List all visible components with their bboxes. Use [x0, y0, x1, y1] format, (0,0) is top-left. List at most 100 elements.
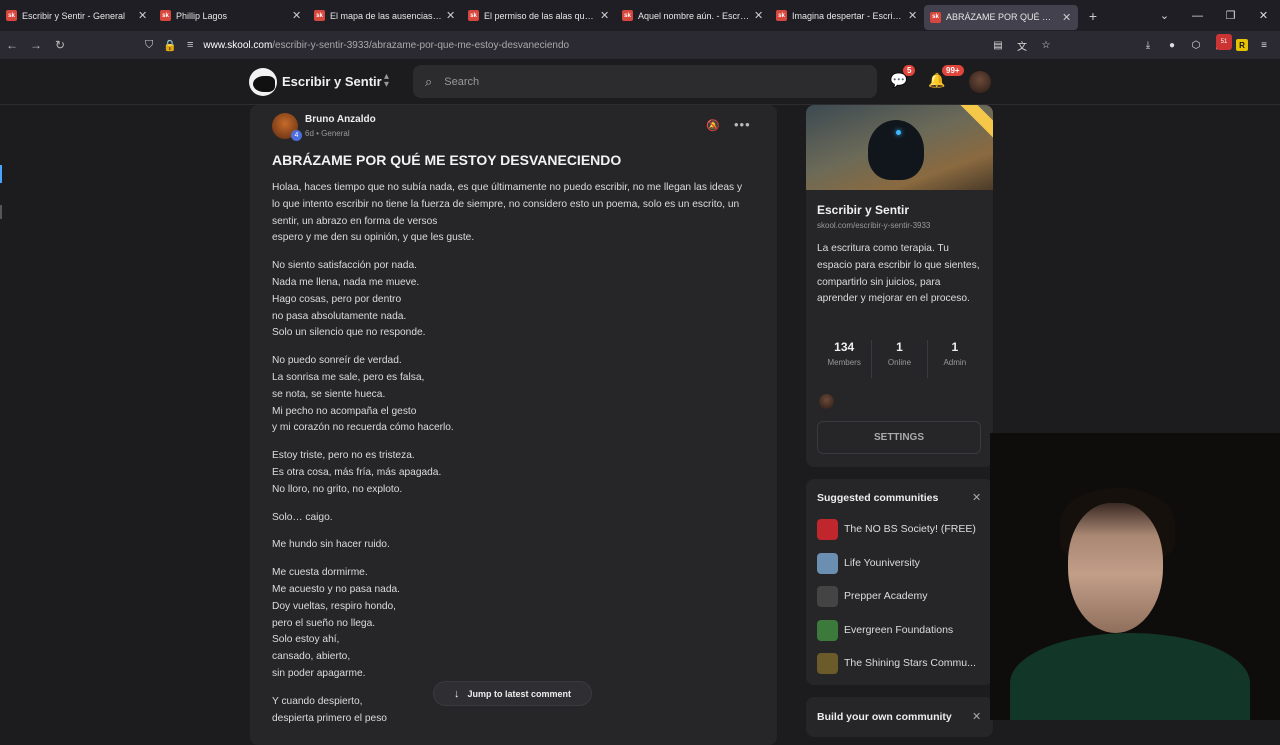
restore-icon[interactable]: ❐	[1214, 9, 1247, 22]
post-paragraph: Solo… caigo.	[272, 511, 333, 523]
author-name[interactable]: Bruno Anzaldo	[305, 114, 376, 125]
browser-toolbar: ← → ↻ ⛉ 🔒 ≡ www.skool.com/escribir-y-sen…	[0, 31, 1280, 59]
post-card: 4 Bruno Anzaldo 6d • General 🔕 ••• ABRÁZ…	[250, 105, 777, 745]
close-window-icon[interactable]: ✕	[1247, 9, 1280, 22]
community-icon	[817, 518, 838, 540]
user-avatar[interactable]	[969, 71, 991, 93]
tab-close-icon[interactable]: ✕	[600, 9, 610, 22]
post-paragraph: Me cuesta dormirme. Me acuesto y no pasa…	[272, 567, 400, 679]
skool-favicon-icon: sk	[6, 10, 17, 21]
browser-tab[interactable]: sk Imagina despertar - Escribir y Se ✕	[770, 0, 924, 31]
browser-tab-active[interactable]: sk ABRÁZAME POR QUÉ ME ESTO ✕	[924, 4, 1078, 30]
tab-label: Escribir y Sentir - General	[22, 10, 126, 21]
address-bar[interactable]: ⛉ 🔒 ≡ www.skool.com/escribir-y-sentir-39…	[145, 34, 1045, 56]
chat-badge: 5	[903, 65, 916, 76]
community-card: Escribir y Sentir skool.com/escribir-y-s…	[806, 105, 993, 467]
back-icon[interactable]: ←	[0, 38, 24, 52]
settings-button[interactable]: SETTINGS	[817, 421, 981, 454]
webcam-overlay	[990, 433, 1280, 720]
extension-r-icon[interactable]: R	[1236, 39, 1248, 51]
skool-favicon-icon: sk	[160, 10, 171, 21]
tab-list-chevron-icon[interactable]: ⌄	[1148, 9, 1181, 22]
community-name[interactable]: Escribir y Sentir	[282, 74, 382, 89]
url-path: /escribir-y-sentir-3933/abrazame-por-que…	[272, 39, 570, 51]
post-paragraph: Me hundo sin hacer ruido.	[272, 539, 390, 551]
community-stats: 134 Members 1 Online 1 Admin	[817, 340, 982, 378]
side-indicator	[0, 165, 2, 183]
person-face	[1068, 503, 1163, 633]
member-avatar[interactable]	[819, 394, 834, 409]
community-card-name: Escribir y Sentir	[817, 203, 910, 217]
search-placeholder: Search	[444, 75, 480, 88]
side-indicator	[0, 205, 2, 219]
skool-favicon-icon: sk	[468, 10, 479, 21]
community-url: skool.com/escribir-y-sentir-3933	[817, 221, 931, 230]
post-meta: 6d • General	[305, 129, 350, 138]
tab-close-icon[interactable]: ✕	[1062, 11, 1072, 24]
person-body	[1010, 633, 1250, 720]
minimize-icon[interactable]: —	[1181, 10, 1214, 22]
site-header: Escribir y Sentir ▴ ▾ ⌕ Search 💬 5 🔔 99+	[0, 59, 1280, 105]
tab-label: El permiso de las alas que amé	[484, 10, 596, 21]
raven-illustration	[868, 120, 924, 180]
community-logo[interactable]	[249, 68, 277, 96]
suggested-title: Suggested communities	[817, 492, 939, 504]
tab-label: Imagina despertar - Escribir y Se	[792, 10, 904, 21]
community-icon	[817, 585, 838, 607]
url-host: www.skool.com	[203, 39, 273, 51]
suggested-community-item[interactable]: Prepper Academy	[817, 585, 927, 607]
browser-tab[interactable]: sk Escribir y Sentir - General ✕	[0, 0, 154, 31]
stat-online[interactable]: 1 Online	[872, 340, 928, 378]
tab-label: Phillip Lagos	[176, 10, 228, 21]
arrow-down-icon: ↓	[453, 687, 460, 700]
community-cover-image	[806, 105, 993, 190]
menu-icon[interactable]: ≡	[1256, 37, 1272, 53]
tab-close-icon[interactable]: ✕	[754, 9, 764, 22]
follow-bell-icon[interactable]: 🔕	[706, 119, 720, 132]
bookmark-star-icon[interactable]: ☆	[1038, 37, 1054, 53]
extensions-icon[interactable]: ⬡	[1188, 37, 1204, 53]
tab-close-icon[interactable]: ✕	[908, 9, 918, 22]
browser-tab[interactable]: sk El permiso de las alas que amé ✕	[462, 0, 616, 31]
community-switcher-icon[interactable]: ▴ ▾	[384, 72, 389, 90]
corner-ribbon	[955, 105, 993, 143]
jump-to-latest-comment-button[interactable]: ↓ Jump to latest comment	[433, 681, 592, 706]
browser-tab[interactable]: sk El mapa de las ausencias I - Escr ✕	[308, 0, 462, 31]
reader-view-icon[interactable]: ▤	[990, 37, 1006, 53]
page-settings-icon[interactable]: ≡	[187, 39, 193, 51]
tab-close-icon[interactable]: ✕	[292, 9, 302, 22]
post-body: Holaa, haces tiempo que no subía nada, e…	[272, 180, 752, 738]
tab-close-icon[interactable]: ✕	[138, 9, 148, 22]
community-icon	[817, 652, 838, 674]
author-level-badge: 4	[291, 130, 302, 141]
stat-admin[interactable]: 1 Admin	[928, 340, 982, 378]
forward-icon[interactable]: →	[24, 38, 48, 52]
browser-tab[interactable]: sk Aquel nombre aún. - Escribir y S ✕	[616, 0, 770, 31]
new-tab-button[interactable]: +	[1078, 8, 1108, 24]
shield-icon[interactable]: ⛉	[145, 39, 153, 52]
post-paragraph: No siento satisfacción por nada. Nada me…	[272, 260, 426, 339]
skool-favicon-icon: sk	[776, 10, 787, 21]
extension-badge-icon[interactable]: ▣51	[1212, 34, 1232, 53]
browser-tab-bar: sk Escribir y Sentir - General ✕ sk Phillip…	[0, 0, 1280, 31]
reload-icon[interactable]: ↻	[48, 38, 72, 52]
tab-label: ABRÁZAME POR QUÉ ME ESTO	[946, 12, 1058, 22]
translate-icon[interactable]: 文	[1014, 37, 1030, 53]
download-icon[interactable]: ⤓	[1140, 37, 1156, 53]
more-options-icon[interactable]: •••	[734, 117, 751, 132]
lock-icon[interactable]: 🔒	[163, 39, 177, 52]
stat-members[interactable]: 134 Members	[817, 340, 873, 378]
suggested-community-item[interactable]: Evergreen Foundations	[817, 619, 953, 641]
skool-favicon-icon: sk	[622, 10, 633, 21]
suggested-community-item[interactable]: The Shining Stars Commu...	[817, 652, 976, 674]
close-icon[interactable]: ✕	[972, 710, 981, 723]
suggested-community-item[interactable]: Life Youniversity	[817, 552, 920, 574]
close-icon[interactable]: ✕	[972, 491, 981, 504]
account-icon[interactable]: ●	[1164, 37, 1180, 53]
tab-close-icon[interactable]: ✕	[446, 9, 456, 22]
browser-tab[interactable]: sk Phillip Lagos ✕	[154, 0, 308, 31]
search-input[interactable]: ⌕ Search	[413, 65, 877, 98]
community-icon	[817, 619, 838, 641]
suggested-community-item[interactable]: The NO BS Society! (FREE)	[817, 518, 976, 540]
community-description: La escritura como terapia. Tu espacio pa…	[817, 243, 980, 305]
